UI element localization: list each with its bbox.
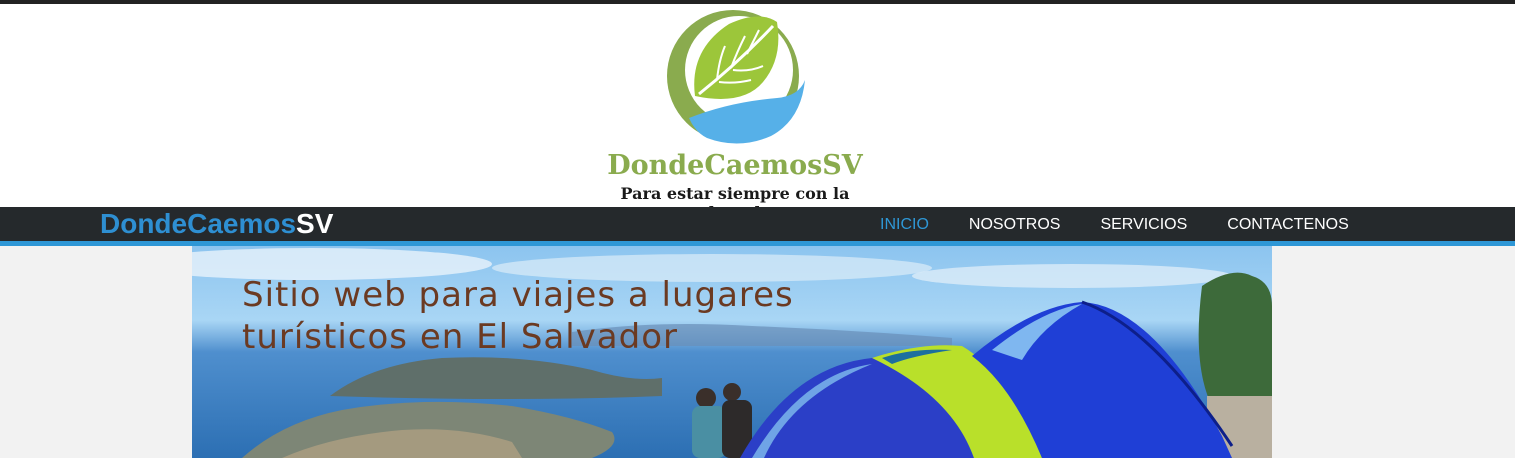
hero-title-line-1: Sitio web para viajes a lugares <box>242 275 794 315</box>
hero-title: Sitio web para viajes a lugares turístic… <box>242 274 942 358</box>
main-navbar: DondeCaemosSV INICIO NOSOTROS SERVICIOS … <box>0 207 1515 246</box>
site-header: DondeCaemosSV Para estar siempre con la … <box>0 4 1515 222</box>
hero-title-line-2: turísticos en El Salvador <box>242 317 679 357</box>
nav-menu: INICIO NOSOTROS SERVICIOS CONTACTENOS <box>860 207 1369 241</box>
brand-part-1: DondeCaemos <box>100 208 297 239</box>
nav-item-servicios[interactable]: SERVICIOS <box>1080 207 1207 241</box>
nav-item-contactenos[interactable]: CONTACTENOS <box>1207 207 1368 241</box>
brand-part-2: SV <box>296 208 334 239</box>
leaf-logo-icon <box>667 10 805 144</box>
logo-name: DondeCaemosSV <box>607 150 863 181</box>
site-logo[interactable]: DondeCaemosSV Para estar siempre con la … <box>585 10 885 222</box>
nav-item-nosotros[interactable]: NOSOTROS <box>949 207 1081 241</box>
navbar-brand[interactable]: DondeCaemosSV <box>100 208 333 240</box>
hero-banner: Sitio web para viajes a lugares turístic… <box>192 246 1272 458</box>
nav-item-inicio[interactable]: INICIO <box>860 207 949 241</box>
